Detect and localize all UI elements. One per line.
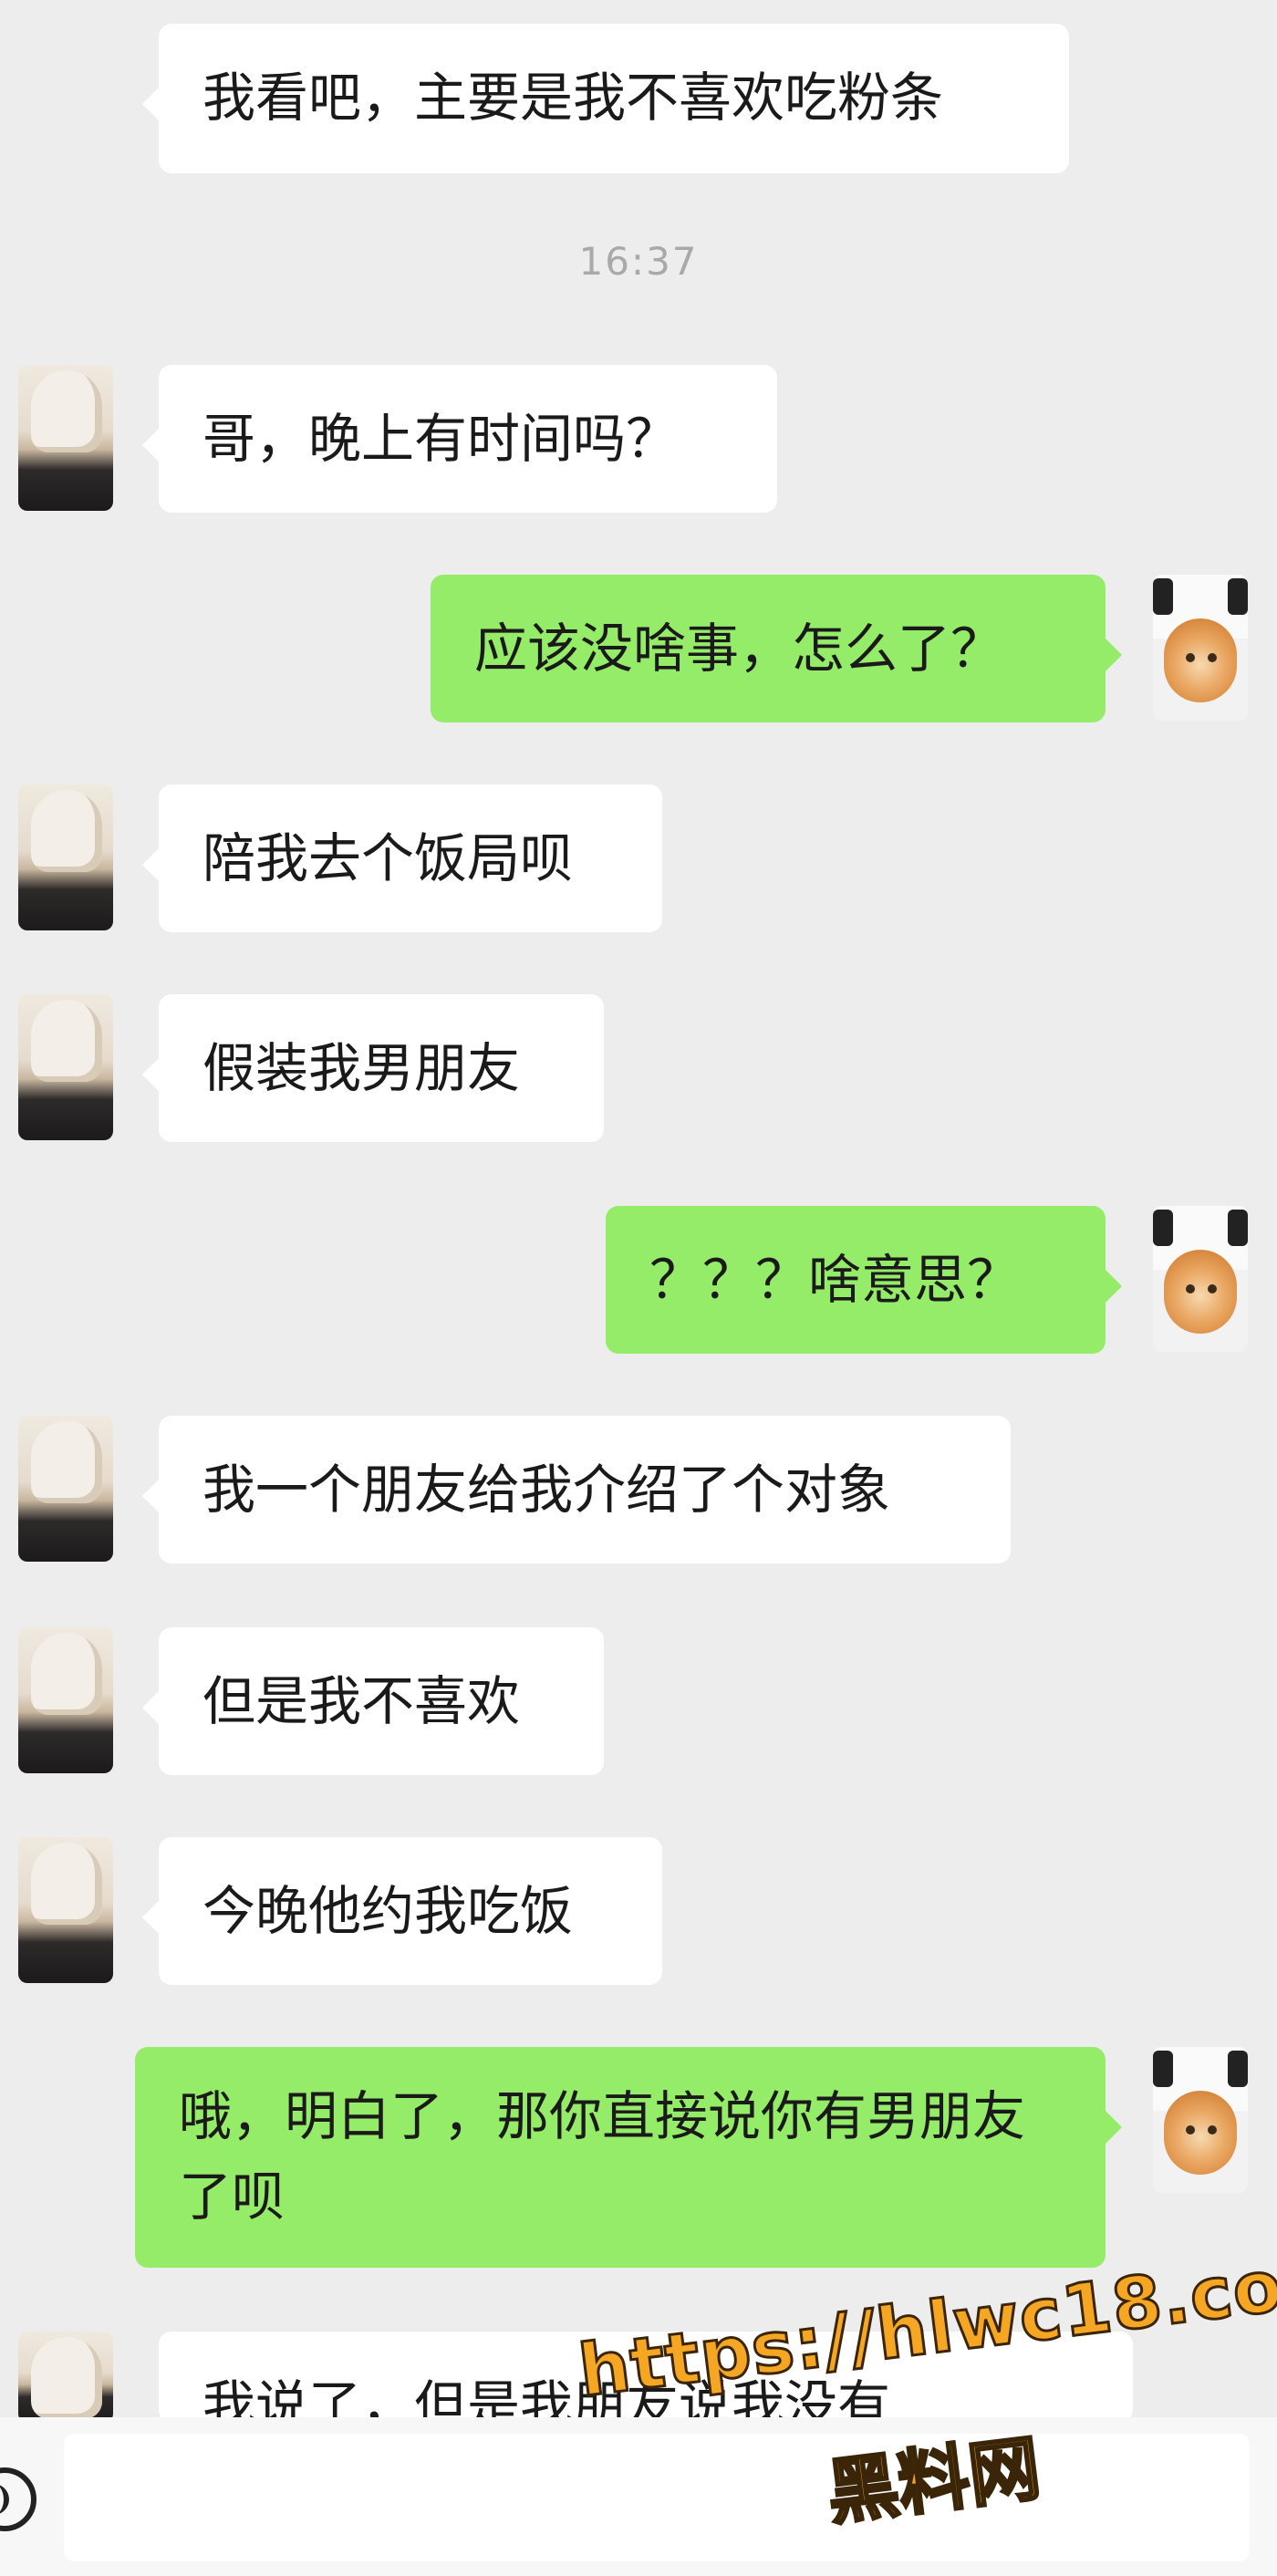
message-text: 应该没啥事，怎么了？	[474, 618, 1004, 680]
message-input[interactable]	[64, 2434, 1250, 2561]
message-text: 我看吧，主要是我不喜欢吃粉条	[202, 67, 944, 129]
message-bubble-incoming[interactable]: 我看吧，主要是我不喜欢吃粉条	[142, 24, 1069, 173]
message-bubble-incoming[interactable]: 哥，晚上有时间吗？	[142, 365, 777, 513]
contact-avatar[interactable]	[18, 2332, 113, 2423]
contact-avatar[interactable]	[18, 784, 113, 930]
message-text: 哦，明白了，那你直接说你有男朋友了呗	[179, 2085, 1026, 2228]
message-text: ？？？啥意思？	[649, 1249, 1021, 1311]
message-bubble-outgoing[interactable]: ？？？啥意思？	[606, 1206, 1122, 1354]
chat-window: 我看吧，主要是我不喜欢吃粉条 16:37 哥，晚上有时间吗？ 应该没啥事，怎么了…	[0, 0, 1277, 2576]
message-bubble-incoming[interactable]: 我一个朋友给我介绍了个对象	[142, 1416, 1011, 1563]
contact-avatar[interactable]	[18, 1416, 113, 1562]
contact-avatar[interactable]	[18, 1837, 113, 1983]
contact-avatar[interactable]	[18, 994, 113, 1140]
message-bubble-outgoing[interactable]: 哦，明白了，那你直接说你有男朋友了呗	[135, 2047, 1122, 2268]
message-text: 哥，晚上有时间吗？	[202, 408, 680, 470]
my-avatar[interactable]	[1153, 1206, 1248, 1352]
my-avatar[interactable]	[1153, 575, 1248, 721]
message-timestamp: 16:37	[578, 239, 699, 284]
message-bubble-incoming[interactable]: 陪我去个饭局呗	[142, 784, 662, 932]
contact-avatar[interactable]	[18, 1627, 113, 1773]
message-bubble-incoming[interactable]: 今晚他约我吃饭	[142, 1837, 662, 1985]
message-bubble-incoming[interactable]: 但是我不喜欢	[142, 1627, 604, 1775]
message-bubble-incoming[interactable]: 假装我男朋友	[142, 994, 604, 1142]
message-text: 但是我不喜欢	[202, 1670, 521, 1732]
message-text: 今晚他约我吃饭	[202, 1880, 574, 1942]
message-text: 陪我去个饭局呗	[202, 827, 574, 889]
message-text: 假装我男朋友	[202, 1037, 521, 1099]
message-bubble-outgoing[interactable]: 应该没啥事，怎么了？	[431, 575, 1122, 722]
message-text: 我一个朋友给我介绍了个对象	[202, 1459, 891, 1521]
contact-avatar[interactable]	[18, 365, 113, 511]
my-avatar[interactable]	[1153, 2047, 1248, 2193]
